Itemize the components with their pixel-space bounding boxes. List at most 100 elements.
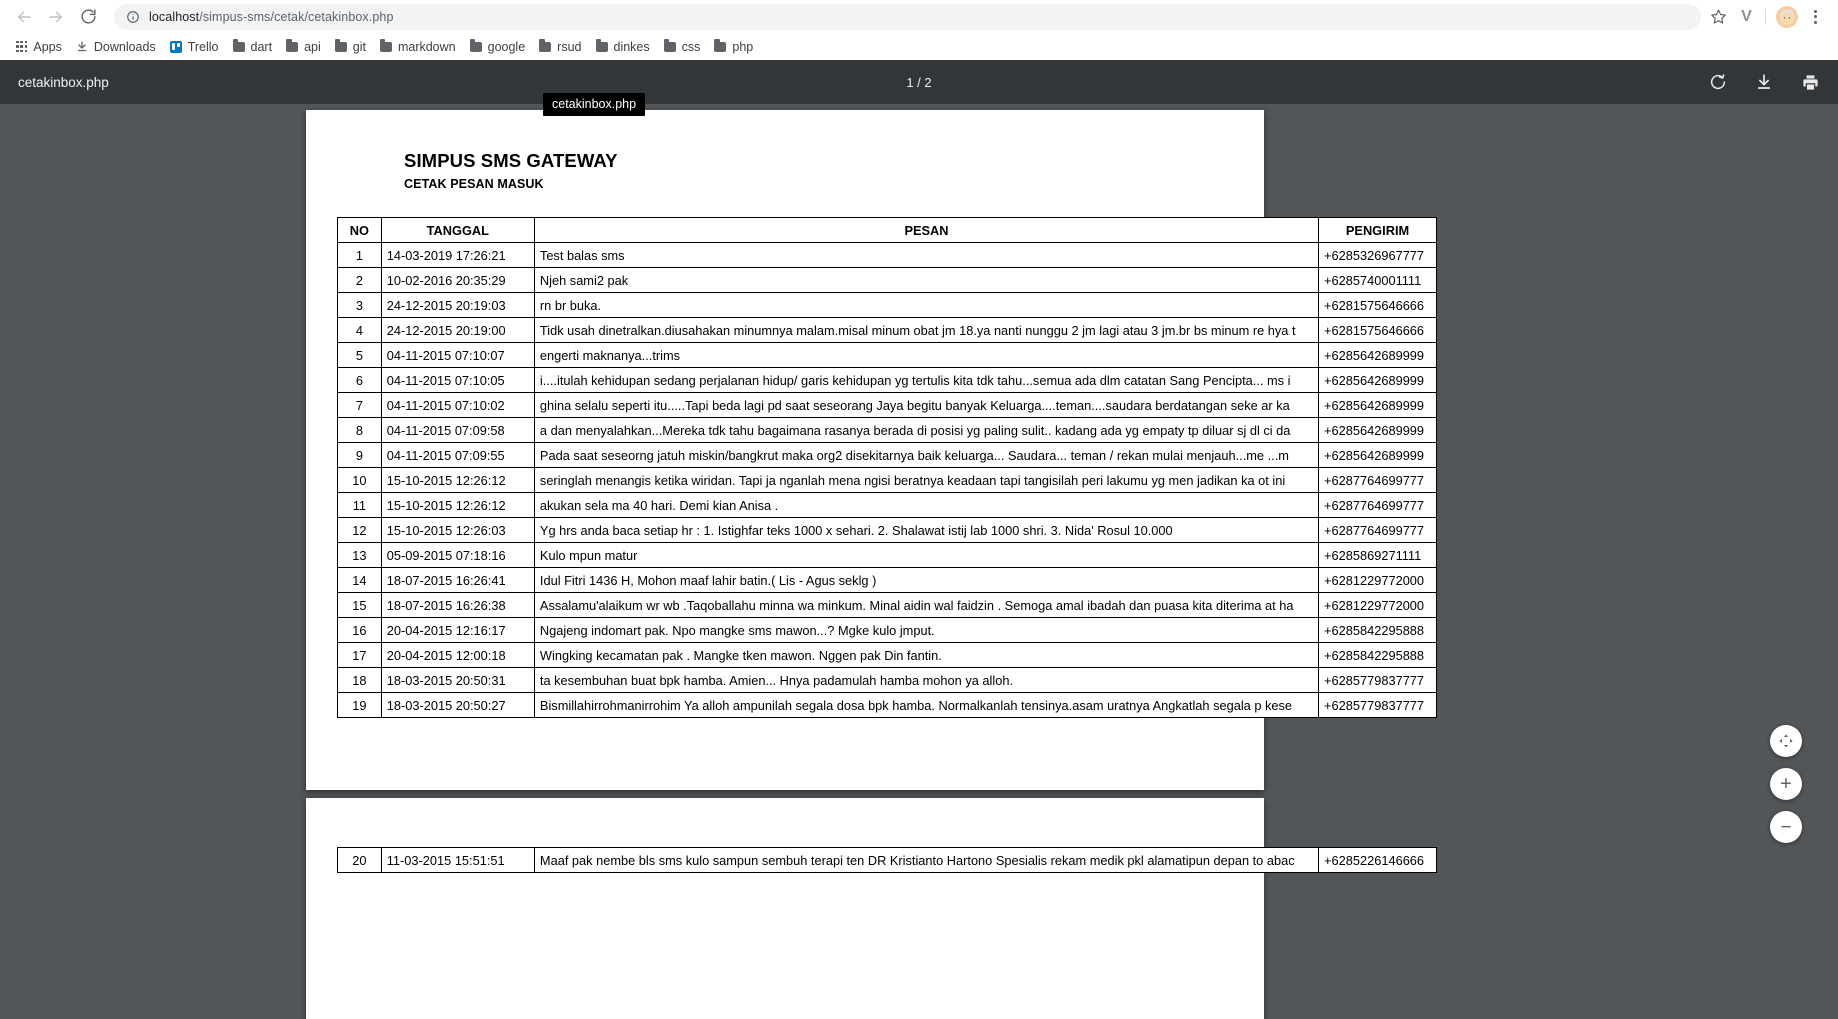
pdf-viewer-toolbar: cetakinbox.php 1 / 2 [0,60,1838,104]
table-row: 9 04-11-2015 07:09:55 Pada saat seseorng j… [337,442,1437,468]
cell-no: 6 [337,367,382,393]
folder-icon [595,39,608,52]
messages-table-body: 1 14-03-2019 17:26:21 Test balas sms +62853… [337,242,1437,718]
cell-no: 4 [337,317,382,343]
column-header-pesan: PESAN [533,217,1320,243]
cell-pengirim: +6285842295888 [1318,642,1437,668]
cell-tanggal: 24-12-2015 20:19:00 [380,317,535,343]
bookmark-api[interactable]: api [279,36,328,58]
table-row: 12 15-10-2015 12:26:03 Yg hrs anda baca se… [337,517,1437,543]
bookmark-trello[interactable]: Trello [163,36,226,58]
cell-tanggal: 20-04-2015 12:16:17 [380,617,535,643]
messages-table: NO TANGGAL PESAN PENGIRIM 1 14-03-2019 17… [337,217,1437,718]
table-row: 8 04-11-2015 07:09:58 a dan menyalahkan...… [337,417,1437,443]
cell-tanggal: 14-03-2019 17:26:21 [380,242,535,268]
table-row: 17 20-04-2015 12:00:18 Wingking kecamatan … [337,642,1437,668]
cell-pesan: Tidk usah dinetralkan.diusahakan minumny… [533,317,1320,343]
table-row: 15 18-07-2015 16:26:38 Assalamu'alaikum wr… [337,592,1437,618]
rotate-icon[interactable] [1708,72,1728,92]
table-row: 20 11-03-2015 15:51:51 Maaf pak nembe bls … [337,847,1437,873]
table-row: 2 10-02-2016 20:35:29 Njeh sami2 pak +62857… [337,267,1437,293]
cell-pesan: Bismillahirrohmanirrohim Ya alloh ampuni… [533,692,1320,718]
cell-pengirim: +6285642689999 [1318,367,1437,393]
column-header-pengirim: PENGIRIM [1318,217,1437,243]
cell-no: 19 [337,692,382,718]
cell-tanggal: 04-11-2015 07:09:58 [380,417,535,443]
zoom-out-button[interactable]: − [1770,811,1802,843]
bookmark-label: rsud [557,39,582,54]
cell-no: 15 [337,592,382,618]
table-row: 19 18-03-2015 20:50:27 Bismillahirrohmanir… [337,692,1437,718]
download-icon[interactable] [1754,72,1774,92]
avatar-circle [1776,5,1798,28]
address-bar[interactable]: localhost/simpus-sms/cetak/cetakinbox.ph… [114,3,1701,30]
print-icon[interactable] [1800,72,1820,92]
bookmark-dart[interactable]: dart [226,36,280,58]
cell-tanggal: 18-03-2015 20:50:27 [380,692,535,718]
bookmark-markdown[interactable]: markdown [373,36,463,58]
cell-pesan: i....itulah kehidupan sedang perjalanan … [533,367,1320,393]
bookmark-rsud[interactable]: rsud [532,36,588,58]
cell-pengirim: +6285740001111 [1318,267,1437,293]
messages-table-body-page2: 20 11-03-2015 15:51:51 Maaf pak nembe bls … [337,847,1437,873]
fit-to-page-button[interactable] [1770,725,1802,757]
table-row: 14 18-07-2015 16:26:41 Idul Fitri 1436 H, … [337,567,1437,593]
back-button[interactable] [10,3,38,31]
cell-tanggal: 20-04-2015 12:00:18 [380,642,535,668]
navigation-toolbar: localhost/simpus-sms/cetak/cetakinbox.ph… [0,0,1838,33]
cell-pesan: a dan menyalahkan...Mereka tdk tahu baga… [533,417,1320,443]
table-row: 7 04-11-2015 07:10:02 ghina selalu seperti… [337,392,1437,418]
table-row: 5 04-11-2015 07:10:07 engerti maknanya...t… [337,342,1437,368]
zoom-in-label: + [1780,773,1792,795]
chrome-menu-icon[interactable] [1802,4,1828,30]
extension-label: V [1741,7,1752,25]
zoom-in-button[interactable]: + [1770,768,1802,800]
bookmark-label: google [487,39,526,54]
reload-button[interactable] [74,3,102,31]
bookmark-git[interactable]: git [328,36,373,58]
cell-no: 14 [337,567,382,593]
bookmark-google[interactable]: google [463,36,533,58]
cell-pengirim: +6285642689999 [1318,392,1437,418]
cell-pengirim: +6287764699777 [1318,492,1437,518]
folder-icon [714,39,727,52]
extension-icon[interactable]: V [1733,4,1759,30]
cell-pengirim: +6287764699777 [1318,517,1437,543]
folder-icon [663,39,676,52]
document-header: SIMPUS SMS GATEWAY CETAK PESAN MASUK [306,110,1264,191]
bookmark-css[interactable]: css [657,36,708,58]
bookmark-downloads[interactable]: Downloads [69,36,163,58]
cell-tanggal: 05-09-2015 07:18:16 [380,542,535,568]
bookmark-label: php [732,39,754,54]
cell-pengirim: +6285642689999 [1318,417,1437,443]
cell-tanggal: 15-10-2015 12:26:12 [380,467,535,493]
table-row: 10 15-10-2015 12:26:12 seringlah menangis… [337,467,1437,493]
cell-tanggal: 04-11-2015 07:10:07 [380,342,535,368]
cell-no: 7 [337,392,382,418]
forward-button[interactable] [42,3,70,31]
bookmark-star-icon[interactable] [1705,4,1731,30]
table-row: 16 20-04-2015 12:16:17 Ngajeng indomart pa… [337,617,1437,643]
folder-icon [232,39,245,52]
cell-tanggal: 10-02-2016 20:35:29 [380,267,535,293]
cell-pesan: Wingking kecamatan pak . Mangke tken maw… [533,642,1320,668]
bookmark-label: dart [250,39,273,54]
cell-pengirim: +6285326967777 [1318,242,1437,268]
cell-pesan: ta kesembuhan buat bpk hamba. Amien... H… [533,667,1320,693]
avatar[interactable] [1774,4,1800,30]
bookmark-label: Downloads [93,39,156,54]
cell-pesan: rn br buka. [533,292,1320,318]
site-info-icon[interactable] [126,10,140,24]
cell-pesan: Test balas sms [533,242,1320,268]
table-row: 18 18-03-2015 20:50:31 ta kesembuhan buat … [337,667,1437,693]
pdf-file-name: cetakinbox.php [18,74,109,90]
document-page-2: 20 11-03-2015 15:51:51 Maaf pak nembe bls … [306,798,1437,1019]
cell-pesan: Ngajeng indomart pak. Npo mangke sms maw… [533,617,1320,643]
zoom-out-label: − [1780,816,1792,838]
bookmark-dinkes[interactable]: dinkes [589,36,657,58]
bookmark-php[interactable]: php [707,36,760,58]
table-header-row: NO TANGGAL PESAN PENGIRIM [337,217,1437,243]
cell-pengirim: +6285779837777 [1318,692,1437,718]
pdf-document-viewer[interactable]: SIMPUS SMS GATEWAY CETAK PESAN MASUK NO … [0,104,1838,1019]
bookmark-apps[interactable]: Apps [9,36,69,58]
